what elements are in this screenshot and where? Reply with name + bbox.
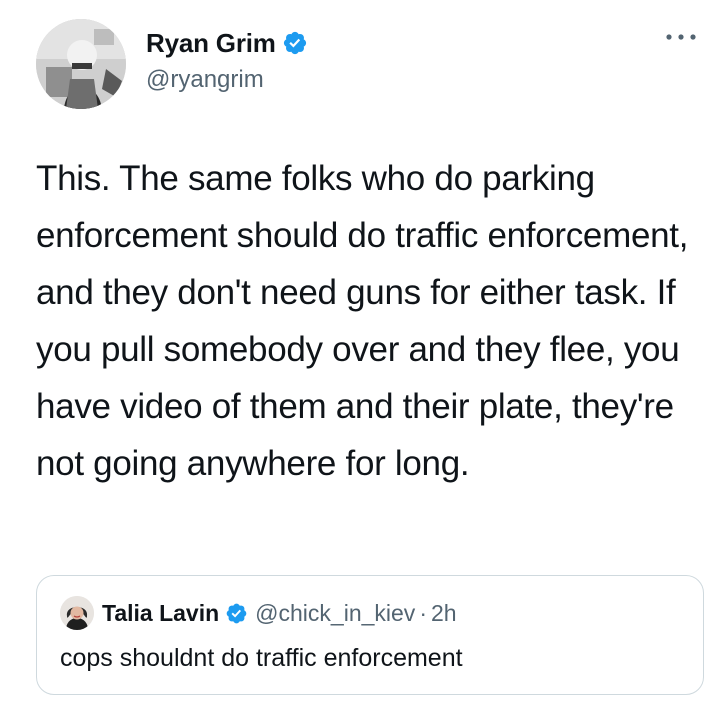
quoted-verified-badge-icon [225,602,248,625]
vintage-photo-avatar-icon [36,19,126,109]
quoted-separator: · [419,599,427,626]
author-handle[interactable]: @ryangrim [146,66,264,94]
tweet-card: Ryan Grim @ryangrim This. The same folks… [0,0,720,722]
quoted-timestamp[interactable]: 2h [431,600,457,627]
quoted-author-avatar[interactable] [60,596,94,630]
quoted-author-name[interactable]: Talia Lavin [102,600,219,627]
verified-badge-icon [282,30,308,56]
author-name[interactable]: Ryan Grim [146,28,276,59]
author-avatar[interactable] [36,19,126,109]
quoted-tweet-text: cops shouldnt do traffic enforcement [60,644,463,672]
more-horizontal-icon[interactable] [663,30,699,44]
quoted-tweet-header: Talia Lavin @chick_in_kiev · 2h [60,596,457,630]
profile-photo-avatar-icon [60,596,94,630]
quoted-author-handle[interactable]: @chick_in_kiev [255,600,415,627]
tweet-body-text: This. The same folks who do parking enfo… [36,159,689,483]
author-name-row[interactable]: Ryan Grim [146,26,308,60]
quoted-tweet-card[interactable]: Talia Lavin @chick_in_kiev · 2h cops sho… [36,575,704,695]
